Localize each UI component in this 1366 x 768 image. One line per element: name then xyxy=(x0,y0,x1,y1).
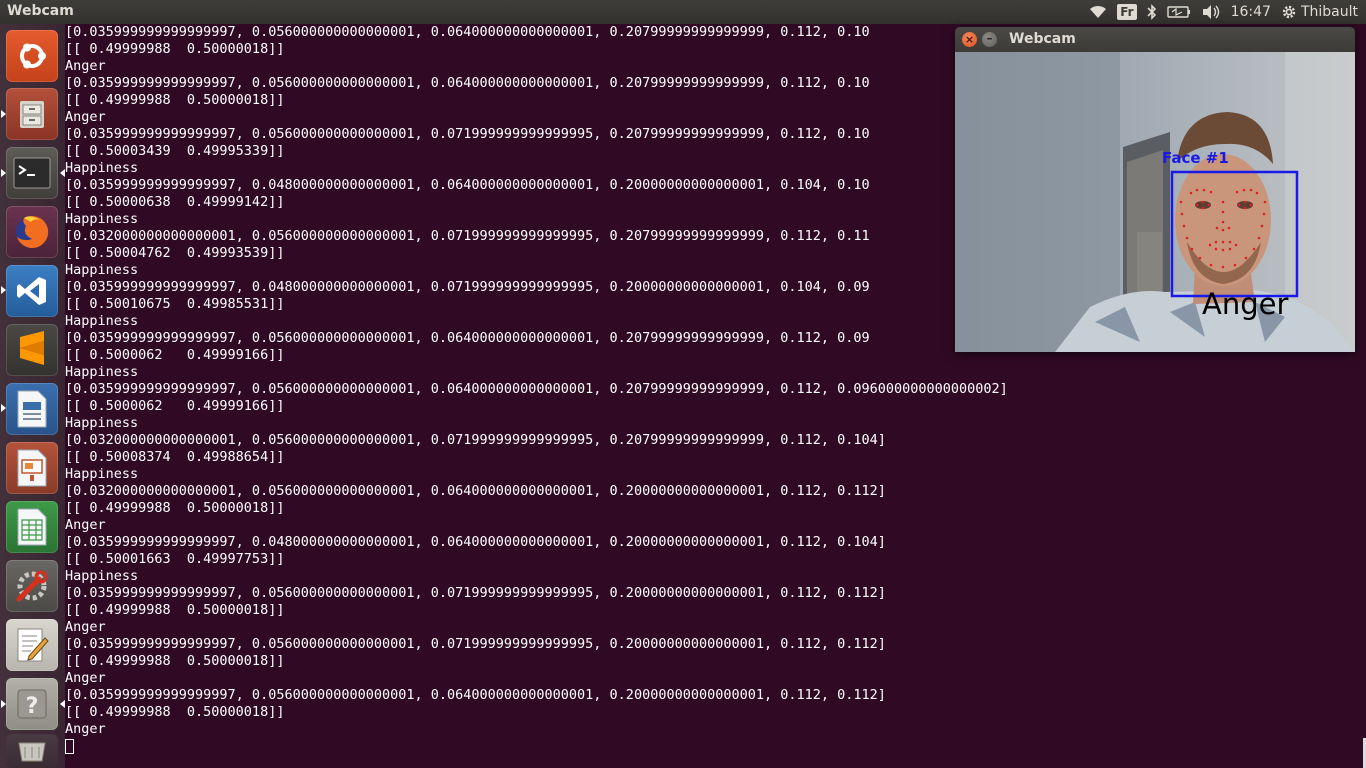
close-icon: × xyxy=(964,33,975,46)
terminal-line: [[ 0.5000062 0.49999166]] xyxy=(65,398,285,414)
terminal-line: [0.035999999999999997, 0.056000000000000… xyxy=(65,381,1008,397)
session-menu[interactable]: Thibault xyxy=(1281,4,1358,20)
wifi-icon[interactable] xyxy=(1089,5,1107,19)
close-button[interactable]: × xyxy=(962,32,977,47)
terminal-line: [[ 0.49999988 0.50000018]] xyxy=(65,500,285,516)
help-launcher[interactable]: ? xyxy=(6,678,58,730)
terminal-line: Anger xyxy=(65,619,106,635)
active-app-title: Webcam xyxy=(7,3,74,19)
ubuntu-logo-icon xyxy=(20,43,46,69)
terminal-line: [0.035999999999999997, 0.056000000000000… xyxy=(65,687,886,703)
calc-spreadsheet-icon xyxy=(17,508,47,546)
terminal-line: [[ 0.49999988 0.50000018]] xyxy=(65,92,285,108)
files-launcher[interactable] xyxy=(6,88,58,140)
terminal-line: [0.035999999999999997, 0.048000000000000… xyxy=(65,534,886,550)
terminal-line: [[ 0.50003439 0.49995339]] xyxy=(65,143,285,159)
terminal-line: Anger xyxy=(65,58,106,74)
ubuntu-dash-button[interactable] xyxy=(6,30,58,82)
volume-icon[interactable] xyxy=(1201,4,1221,20)
terminal-line: [[ 0.50010675 0.49985531]] xyxy=(65,296,285,312)
terminal-line: Anger xyxy=(65,721,106,737)
vscode-launcher[interactable] xyxy=(6,265,58,317)
terminal-line: [[ 0.49999988 0.50000018]] xyxy=(65,704,285,720)
terminal-line: Happiness xyxy=(65,160,139,176)
terminal-line: [0.035999999999999997, 0.056000000000000… xyxy=(65,75,870,91)
emotion-label: Anger xyxy=(1202,287,1289,321)
webcam-window-title: Webcam xyxy=(1009,31,1076,47)
trash-icon xyxy=(18,742,46,762)
terminal-line: Anger xyxy=(65,109,106,125)
terminal-line: [[ 0.50000638 0.49999142]] xyxy=(65,194,285,210)
sublime-text-icon xyxy=(20,331,44,365)
terminal-line: Happiness xyxy=(65,211,139,227)
terminal-prompt-line[interactable] xyxy=(65,738,1008,755)
terminal-line: [0.035999999999999997, 0.048000000000000… xyxy=(65,279,870,295)
settings-wrench-icon xyxy=(16,570,48,602)
face-id-label: Face #1 xyxy=(1162,149,1229,167)
terminal-line: [0.035999999999999997, 0.056000000000000… xyxy=(65,24,870,40)
firefox-icon xyxy=(16,215,49,248)
text-editor-launcher[interactable] xyxy=(6,619,58,671)
terminal-launcher[interactable] xyxy=(6,147,58,199)
terminal-line: [0.032000000000000001, 0.056000000000000… xyxy=(65,483,886,499)
libreoffice-calc-launcher[interactable] xyxy=(6,501,58,553)
user-name: Thibault xyxy=(1300,4,1358,20)
libreoffice-impress-launcher[interactable] xyxy=(6,442,58,494)
terminal-line: [[ 0.50008374 0.49988654]] xyxy=(65,449,285,465)
terminal-line: [0.035999999999999997, 0.048000000000000… xyxy=(65,177,870,193)
terminal-line: [[ 0.49999988 0.50000018]] xyxy=(65,602,285,618)
bluetooth-icon[interactable] xyxy=(1147,4,1157,20)
terminal-line: Happiness xyxy=(65,415,139,431)
text-editor-pencil-icon xyxy=(17,628,49,662)
terminal-line: Happiness xyxy=(65,262,139,278)
terminal-line: [0.035999999999999997, 0.056000000000000… xyxy=(65,126,870,142)
terminal-line: Anger xyxy=(65,517,106,533)
svg-text:?: ? xyxy=(26,694,39,719)
keyboard-layout-label: Fr xyxy=(1117,4,1137,20)
terminal-line: [[ 0.50004762 0.49993539]] xyxy=(65,245,285,261)
trash-launcher[interactable] xyxy=(6,734,58,768)
keyboard-layout-indicator[interactable]: Fr xyxy=(1117,4,1137,20)
terminal-line: [0.035999999999999997, 0.056000000000000… xyxy=(65,636,886,652)
terminal-line: Happiness xyxy=(65,466,139,482)
terminal-line: Happiness xyxy=(65,313,139,329)
clock[interactable]: 16:47 xyxy=(1231,4,1271,20)
launcher: ? xyxy=(0,24,65,768)
vscode-icon xyxy=(17,277,46,305)
terminal-line: [[ 0.5000062 0.49999166]] xyxy=(65,347,285,363)
battery-icon[interactable] xyxy=(1166,6,1191,18)
webcam-scene-image xyxy=(955,52,1355,352)
terminal-line: [[ 0.50001663 0.49997753]] xyxy=(65,551,285,567)
terminal-line: [0.032000000000000001, 0.056000000000000… xyxy=(65,432,886,448)
terminal-output: [0.035999999999999997, 0.056000000000000… xyxy=(65,24,1008,755)
webcam-titlebar[interactable]: × – Webcam xyxy=(955,27,1355,52)
file-cabinet-icon xyxy=(20,101,44,128)
terminal-line: [0.035999999999999997, 0.056000000000000… xyxy=(65,585,886,601)
writer-document-icon xyxy=(17,390,47,428)
terminal-cursor xyxy=(65,739,74,754)
terminal-line: Anger xyxy=(65,670,106,686)
terminal-line: [0.032000000000000001, 0.056000000000000… xyxy=(65,228,870,244)
terminal-line: [0.035999999999999997, 0.056000000000000… xyxy=(65,330,870,346)
terminal-line: Happiness xyxy=(65,568,139,584)
terminal-line: Happiness xyxy=(65,364,139,380)
system-tray: Fr 16:47 Thibault xyxy=(1089,0,1366,24)
question-mark-icon: ? xyxy=(17,689,47,719)
firefox-launcher[interactable] xyxy=(6,206,58,258)
terminal-line: [[ 0.49999988 0.50000018]] xyxy=(65,653,285,669)
webcam-video-feed: Face #1 Anger xyxy=(955,52,1355,352)
webcam-window[interactable]: × – Webcam Face #1 Anger xyxy=(955,27,1355,352)
gear-icon xyxy=(1282,5,1296,19)
system-settings-launcher[interactable] xyxy=(6,560,58,612)
impress-presentation-icon xyxy=(17,449,47,487)
terminal-icon xyxy=(13,157,51,189)
terminal-line: [[ 0.49999988 0.50000018]] xyxy=(65,41,285,57)
minimize-button[interactable]: – xyxy=(982,32,997,47)
sublime-text-launcher[interactable] xyxy=(6,324,58,376)
minimize-icon: – xyxy=(986,31,993,45)
libreoffice-writer-launcher[interactable] xyxy=(6,383,58,435)
top-panel: Webcam Fr 16:47 Thibault xyxy=(0,0,1366,24)
